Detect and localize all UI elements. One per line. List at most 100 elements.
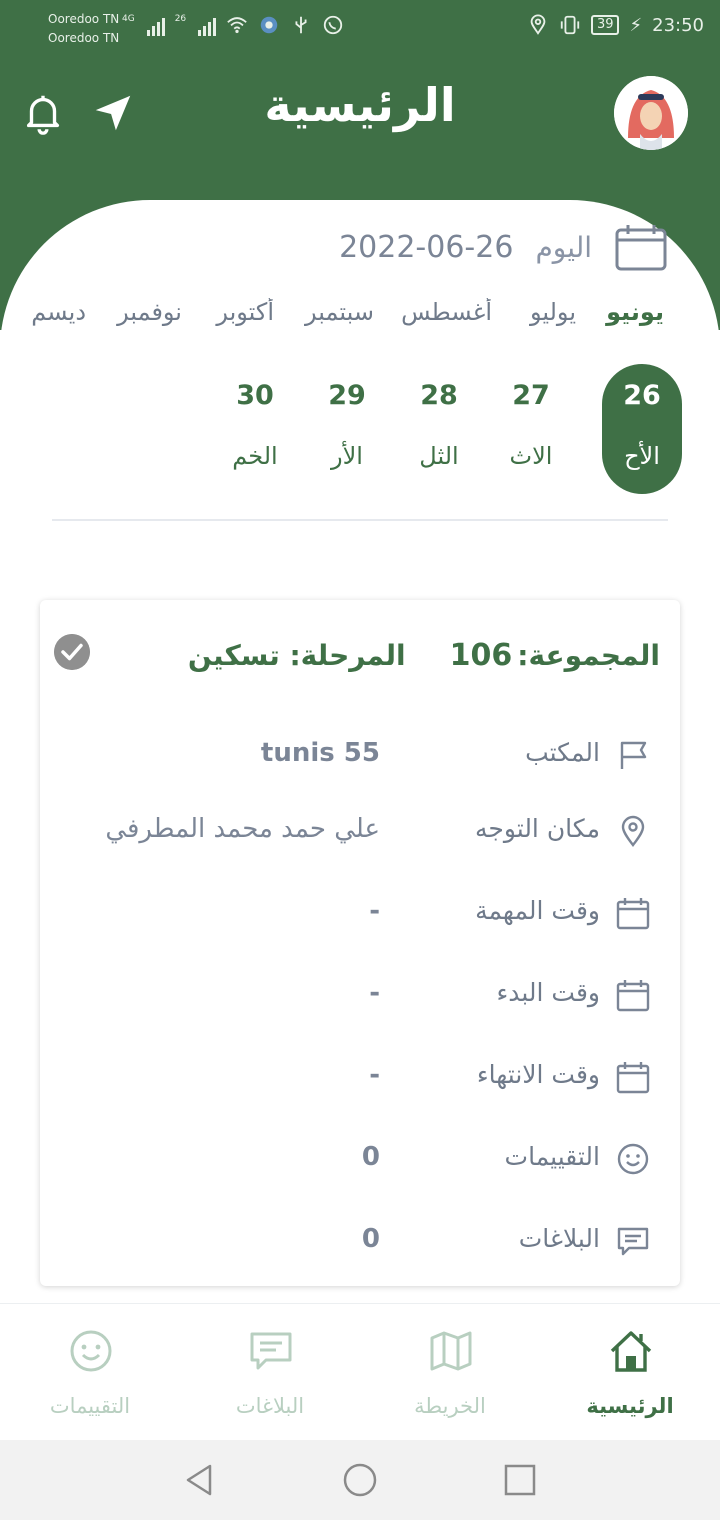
comment-icon bbox=[617, 1227, 649, 1256]
info-label: البلاغات bbox=[518, 1224, 600, 1253]
day-item[interactable]: 28 الثل bbox=[399, 364, 479, 494]
nav-label: الخريطة bbox=[414, 1394, 486, 1418]
calendar-icon bbox=[616, 1062, 650, 1094]
today-label: اليوم bbox=[535, 230, 592, 264]
nav-item-ratings[interactable]: التقييمات bbox=[0, 1304, 180, 1441]
group-label: المجموعة: bbox=[517, 639, 660, 672]
today-date: 2022-06-26 bbox=[339, 229, 514, 265]
info-row-ratings: التقييمات 0 bbox=[70, 1132, 650, 1188]
divider bbox=[52, 519, 668, 521]
day-selector: 26 الأح 27 الاث 28 الثل 29 الأر 30 الخم bbox=[0, 364, 720, 494]
info-row-office: المكتب tunis 55 bbox=[70, 728, 650, 784]
day-number: 26 bbox=[623, 380, 661, 411]
day-item[interactable]: 26 الأح bbox=[602, 364, 682, 494]
group-block: المجموعة: 106 bbox=[450, 638, 660, 673]
smiley-icon bbox=[70, 1330, 112, 1372]
app-notification-icon bbox=[260, 16, 278, 34]
info-row-reports: البلاغات 0 bbox=[70, 1214, 650, 1270]
wifi-icon bbox=[227, 17, 247, 34]
whatsapp-icon bbox=[323, 15, 343, 35]
carrier-2: Ooredoo TN bbox=[48, 31, 120, 45]
calendar-icon bbox=[615, 225, 667, 271]
month-item[interactable]: أكتوبر bbox=[216, 298, 274, 326]
page-title: الرئيسية bbox=[264, 78, 456, 132]
today-row: اليوم 2022-06-26 bbox=[339, 222, 668, 272]
day-number: 28 bbox=[420, 380, 458, 411]
usb-icon bbox=[295, 16, 307, 34]
nav-item-map[interactable]: الخريطة bbox=[360, 1304, 540, 1441]
calendar-icon bbox=[616, 980, 650, 1012]
info-row-destination: مكان التوجه علي حمد محمد المطرفي bbox=[70, 804, 650, 860]
location-icon bbox=[530, 14, 546, 35]
day-item[interactable]: 30 الخم bbox=[215, 364, 295, 494]
task-card[interactable]: المجموعة: 106 المرحلة: تسكين المكتب tuni… bbox=[40, 600, 680, 1286]
info-row-start-time: وقت البدء - bbox=[70, 968, 650, 1024]
day-weekday: الثل bbox=[419, 442, 459, 470]
day-number: 27 bbox=[512, 380, 550, 411]
info-value: علي حمد محمد المطرفي bbox=[105, 814, 380, 844]
comment-icon bbox=[250, 1332, 292, 1370]
info-label: وقت البدء bbox=[496, 978, 600, 1007]
status-bar: Ooredoo TN Ooredoo TN 4G 26 39 ⚡ 23:50 bbox=[0, 0, 720, 58]
nav-label: التقييمات bbox=[49, 1394, 131, 1418]
home-icon bbox=[610, 1331, 652, 1372]
nav-label: الرئيسية bbox=[586, 1394, 674, 1418]
signal-icon-2 bbox=[198, 14, 217, 36]
day-weekday: الخم bbox=[232, 442, 278, 470]
bottom-navigation: الرئيسية الخريطة البلاغات التقييمات bbox=[0, 1303, 720, 1440]
status-icons-left: 4G 26 bbox=[122, 14, 344, 36]
day-number: 30 bbox=[236, 380, 274, 411]
day-weekday: الأر bbox=[331, 442, 363, 470]
home-button-icon[interactable] bbox=[342, 1462, 378, 1498]
battery-level: 39 bbox=[590, 15, 620, 35]
signal-icon bbox=[146, 14, 165, 36]
network-type-2: 26 bbox=[174, 14, 187, 24]
info-value: - bbox=[369, 978, 380, 1008]
day-weekday: الأح bbox=[624, 442, 660, 470]
back-icon[interactable] bbox=[182, 1462, 218, 1498]
info-label: وقت الانتهاء bbox=[476, 1060, 600, 1089]
flag-icon bbox=[620, 741, 647, 769]
status-icons-right: 39 ⚡ 23:50 bbox=[527, 14, 704, 36]
map-icon bbox=[430, 1331, 472, 1371]
month-item[interactable]: أغسطس bbox=[401, 298, 492, 326]
check-circle-icon[interactable] bbox=[54, 634, 90, 670]
user-avatar[interactable] bbox=[614, 76, 688, 150]
month-selector: يونيو يوليو أغسطس سبتمبر أكتوبر نوفمبر د… bbox=[0, 298, 720, 338]
carrier-names: Ooredoo TN Ooredoo TN bbox=[48, 10, 119, 48]
day-item[interactable]: 27 الاث bbox=[491, 364, 571, 494]
info-row-end-time: وقت الانتهاء - bbox=[70, 1050, 650, 1106]
month-item[interactable]: يوليو bbox=[530, 298, 576, 326]
nav-item-home[interactable]: الرئيسية bbox=[540, 1304, 720, 1441]
stage-text: المرحلة: تسكين bbox=[187, 639, 406, 672]
info-value: tunis 55 bbox=[260, 738, 380, 768]
group-value: 106 bbox=[449, 638, 513, 673]
day-weekday: الاث bbox=[509, 442, 553, 470]
info-value: - bbox=[369, 896, 380, 926]
network-type-1: 4G bbox=[122, 14, 135, 24]
system-navigation-bar bbox=[0, 1440, 720, 1520]
clock: 23:50 bbox=[652, 14, 704, 36]
info-label: المكتب bbox=[525, 738, 600, 767]
vibrate-icon bbox=[560, 15, 580, 35]
info-value: 0 bbox=[361, 1224, 380, 1254]
info-label: التقييمات bbox=[504, 1142, 600, 1171]
info-value: - bbox=[369, 1060, 380, 1090]
month-item[interactable]: ديسم bbox=[31, 298, 86, 326]
info-value: 0 bbox=[361, 1142, 380, 1172]
avatar-icon bbox=[614, 76, 688, 150]
month-item[interactable]: سبتمبر bbox=[305, 298, 374, 326]
task-header: المجموعة: 106 المرحلة: تسكين bbox=[188, 638, 660, 673]
smiley-icon bbox=[617, 1143, 649, 1175]
day-item[interactable]: 29 الأر bbox=[307, 364, 387, 494]
recents-icon[interactable] bbox=[502, 1462, 538, 1498]
info-row-task-time: وقت المهمة - bbox=[70, 886, 650, 942]
info-label: مكان التوجه bbox=[475, 814, 600, 843]
info-label: وقت المهمة bbox=[475, 896, 600, 925]
nav-item-reports[interactable]: البلاغات bbox=[180, 1304, 360, 1441]
charging-icon: ⚡ bbox=[629, 14, 643, 36]
month-item[interactable]: نوفمبر bbox=[117, 298, 182, 326]
month-item[interactable]: يونيو bbox=[606, 298, 664, 326]
carrier-1: Ooredoo TN bbox=[48, 12, 120, 26]
location-pin-icon bbox=[621, 815, 645, 847]
